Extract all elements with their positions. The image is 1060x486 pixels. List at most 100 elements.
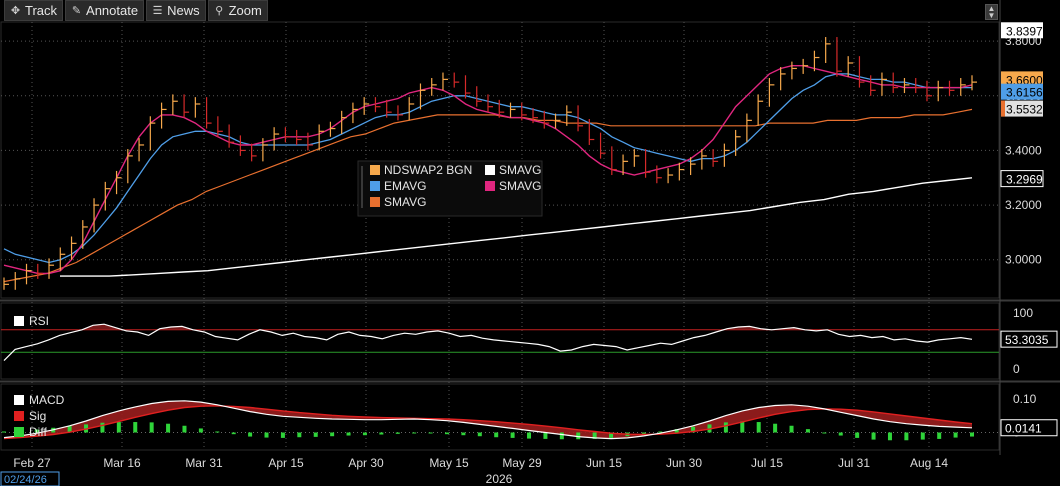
x-tick-label: Jun 15 [586, 456, 622, 470]
macd-diff-bar [280, 432, 285, 438]
macd-diff-bar [116, 422, 121, 433]
price-tag-label: 3.8397 [1006, 24, 1043, 38]
legend-swatch [370, 197, 380, 207]
macd-diff-bar [937, 432, 942, 439]
macd-diff-bar [838, 432, 843, 436]
macd-diff-bar [855, 432, 860, 438]
x-tick-label: Mar 16 [103, 456, 141, 470]
macd-diff-bar [559, 432, 564, 440]
macd-diff-bar [641, 432, 646, 434]
macd-diff-bar [149, 422, 154, 433]
rsi-y-tick-label: 0 [1013, 362, 1020, 376]
x-tick-label: May 15 [429, 456, 469, 470]
macd-diff-bar [2, 431, 6, 433]
price-tag-label: 3.5532 [1006, 103, 1043, 117]
rsi-legend-label: RSI [29, 314, 49, 328]
macd-diff-bar [264, 432, 269, 438]
macd-diff-bar [723, 422, 728, 433]
legend-swatch [14, 316, 24, 326]
rsi-last-value: 53.3035 [1005, 333, 1049, 347]
chart-canvas[interactable]: 3.00003.20003.40003.60003.8000NDSWAP2 BG… [0, 0, 1060, 486]
macd-diff-bar [182, 425, 187, 433]
start-date-label: 02/24/26 [4, 474, 47, 486]
macd-diff-bar [461, 432, 466, 436]
macd-diff-bar [379, 432, 384, 435]
legend-swatch [370, 165, 380, 175]
price-tag-label: 3.2969 [1006, 173, 1043, 187]
macd-diff-bar [494, 432, 499, 438]
legend-label: NDSWAP2 BGN [384, 163, 472, 177]
legend-swatch [14, 427, 24, 437]
macd-diff-bar [773, 423, 778, 433]
x-tick-label: Mar 31 [185, 456, 223, 470]
x-tick-label: Jul 31 [838, 456, 870, 470]
macd-legend-label: Sig [29, 409, 46, 423]
macd-last-value: 0.0141 [1005, 422, 1042, 436]
macd-diff-bar [248, 432, 253, 437]
start-date-tag: 02/24/26 [0, 471, 60, 486]
price-tag: 3.5532 [1001, 100, 1043, 117]
price-legend: NDSWAP2 BGN SMAVG EMAVG SMAVG SMAVG [357, 160, 543, 217]
legend-swatch [370, 181, 380, 191]
legend-label: SMAVG [499, 163, 541, 177]
rsi-y-tick-label: 100 [1013, 306, 1033, 320]
macd-diff-bar [412, 432, 417, 434]
macd-diff-bar [756, 422, 761, 433]
macd-diff-bar [330, 432, 335, 437]
macd-diff-bar [510, 432, 515, 438]
rsi-legend: RSI [14, 314, 49, 328]
price-y-tick-label: 3.0000 [1005, 253, 1042, 267]
macd-diff-bar [428, 432, 433, 434]
macd-legend-label: MACD [29, 393, 65, 407]
macd-diff-bar [887, 432, 892, 441]
legend-label: SMAVG [384, 195, 426, 209]
macd-diff-bar [346, 432, 351, 436]
panel-frame-2 [0, 383, 1000, 451]
macd-diff-bar [395, 432, 400, 434]
x-tick-label: Jun 30 [666, 456, 702, 470]
price-tag-marker [1001, 100, 1005, 117]
legend-label: EMAVG [384, 179, 426, 193]
macd-diff-bar [970, 432, 974, 437]
macd-last-value-tag: 0.0141 [1000, 419, 1058, 437]
macd-diff-bar [920, 432, 925, 440]
price-tag: 3.6156 [1001, 83, 1043, 100]
macd-diff-bar [215, 431, 220, 433]
x-tick-label: Apr 30 [348, 456, 384, 470]
macd-diff-bar [133, 422, 138, 433]
x-tick-label: May 29 [502, 456, 542, 470]
macd-diff-bar [231, 432, 236, 435]
x-tick-label: Apr 15 [268, 456, 304, 470]
legend-swatch [485, 181, 495, 191]
macd-diff-bar [904, 432, 909, 441]
macd-diff-bar [297, 432, 302, 438]
macd-diff-bar [543, 432, 548, 439]
legend-label: SMAVG [499, 179, 541, 193]
macd-diff-bar [313, 432, 318, 437]
macd-diff-bar [871, 432, 876, 440]
macd-legend-label: Diff [29, 425, 47, 439]
macd-diff-bar [166, 423, 171, 433]
legend-swatch [14, 411, 24, 421]
x-tick-label: Aug 14 [910, 456, 948, 470]
legend-swatch [485, 165, 495, 175]
price-y-tick-label: 3.4000 [1005, 143, 1042, 157]
x-tick-label: Feb 27 [13, 456, 51, 470]
x-tick-label: Jul 15 [751, 456, 783, 470]
price-tag: 3.2969 [1000, 170, 1044, 188]
price-tag-label: 3.6156 [1006, 86, 1043, 100]
macd-diff-bar [805, 429, 810, 433]
rsi-last-value-tag: 53.3035 [1000, 330, 1058, 348]
legend-swatch [14, 395, 24, 405]
macd-diff-bar [789, 425, 794, 433]
price-y-tick-label: 3.2000 [1005, 198, 1042, 212]
macd-diff-bar [527, 432, 532, 439]
macd-diff-bar [444, 432, 449, 435]
macd-diff-bar [100, 422, 105, 433]
year-label: 2026 [486, 472, 513, 486]
macd-diff-bar [477, 432, 482, 437]
price-tag: 3.8397 [1001, 22, 1043, 39]
macd-diff-bar [362, 432, 367, 436]
macd-y-tick-label: 0.10 [1013, 392, 1037, 406]
macd-diff-bar [953, 432, 958, 438]
